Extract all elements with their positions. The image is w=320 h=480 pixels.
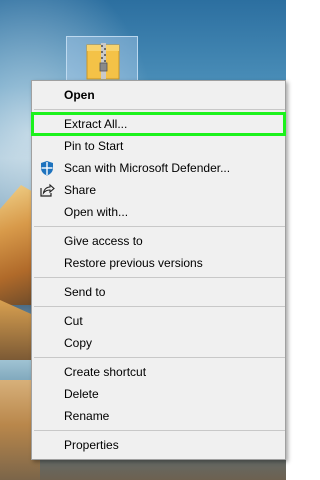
menu-item-delete[interactable]: Delete (32, 383, 285, 405)
menu-separator (34, 430, 285, 431)
menu-item-copy[interactable]: Copy (32, 332, 285, 354)
menu-item-share[interactable]: Share (32, 179, 285, 201)
menu-item-scan-defender-label: Scan with Microsoft Defender... (64, 161, 231, 175)
menu-separator (34, 109, 285, 110)
menu-item-share-label: Share (64, 183, 97, 197)
menu-item-give-access[interactable]: Give access to (32, 230, 285, 252)
menu-item-cut[interactable]: Cut (32, 310, 285, 332)
share-icon (39, 182, 55, 198)
zip-folder-glyph (86, 43, 120, 80)
menu-item-send-to[interactable]: Send to (32, 281, 285, 303)
menu-separator (34, 226, 285, 227)
menu-item-extract-all[interactable]: Extract All... (31, 112, 286, 136)
menu-separator (34, 306, 285, 307)
context-menu: Open Extract All... Pin to Start Scan wi… (31, 80, 286, 460)
defender-shield-icon (39, 160, 55, 176)
menu-item-properties[interactable]: Properties (32, 434, 285, 456)
menu-item-scan-defender[interactable]: Scan with Microsoft Defender... (32, 157, 285, 179)
menu-item-open-with[interactable]: Open with... (32, 201, 285, 223)
menu-item-pin-to-start[interactable]: Pin to Start (32, 135, 285, 157)
menu-item-create-shortcut[interactable]: Create shortcut (32, 361, 285, 383)
menu-item-open[interactable]: Open (32, 84, 285, 106)
menu-item-restore-versions[interactable]: Restore previous versions (32, 252, 285, 274)
menu-separator (34, 357, 285, 358)
menu-separator (34, 277, 285, 278)
zip-folder-icon[interactable] (66, 36, 138, 82)
menu-item-rename[interactable]: Rename (32, 405, 285, 427)
